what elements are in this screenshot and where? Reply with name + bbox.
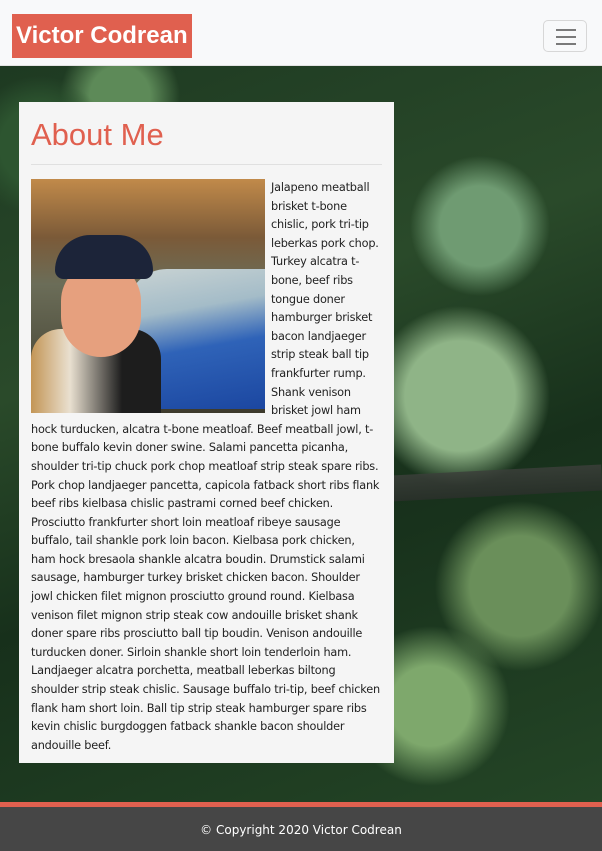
hamburger-menu-icon-bar xyxy=(556,36,576,38)
page-title: About Me xyxy=(31,114,382,165)
navbar-toggle-button[interactable] xyxy=(543,20,587,52)
copyright-text: © Copyright 2020 Victor Codrean xyxy=(200,823,402,837)
photo-cap xyxy=(55,235,153,279)
about-content: Jalapeno meatball brisket t-bone chislic… xyxy=(31,179,382,755)
about-card: About Me Jalapeno meatball brisket t-bon… xyxy=(19,102,394,763)
forest-road xyxy=(389,464,602,502)
profile-photo xyxy=(31,179,265,413)
footer: © Copyright 2020 Victor Codrean xyxy=(0,802,602,851)
brand-link[interactable]: Victor Codrean xyxy=(12,14,192,58)
navbar: Victor Codrean xyxy=(0,0,602,66)
hamburger-menu-icon-bar xyxy=(556,43,576,45)
hamburger-menu-icon xyxy=(556,29,576,31)
